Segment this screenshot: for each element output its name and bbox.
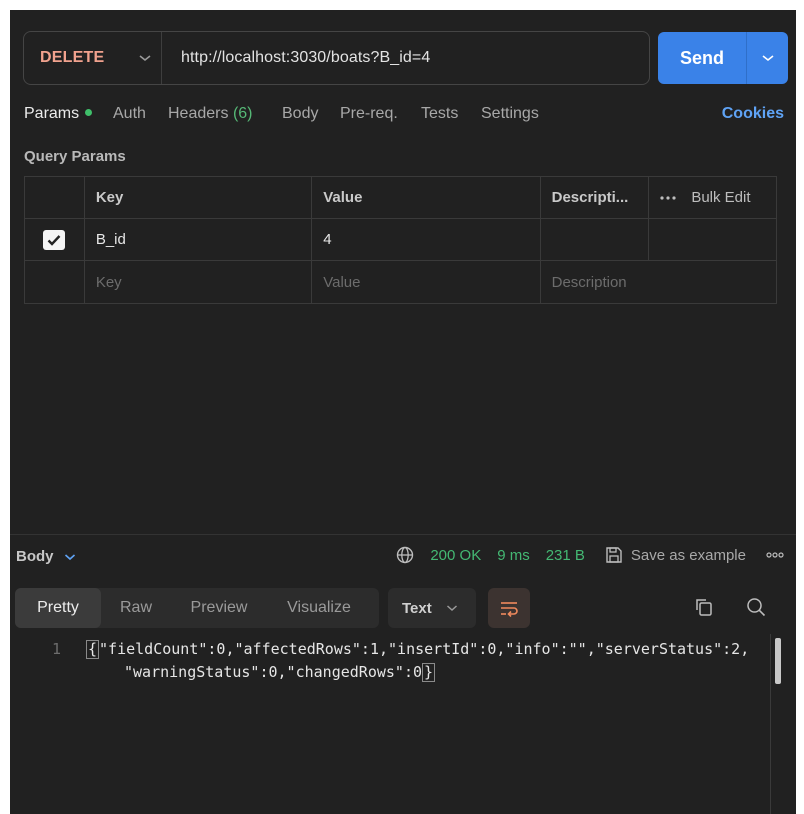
response-body-label: Body [16,548,54,565]
more-options-icon[interactable] [766,552,784,558]
save-as-example-button[interactable]: Save as example [631,547,746,564]
postman-window: DELETE http://localhost:3030/boats?B_id=… [10,10,796,814]
code-line-1-text: "fieldCount":0,"affectedRows":1,"insertI… [99,640,750,658]
params-active-dot [85,109,93,117]
tab-params[interactable]: Params [24,105,93,123]
param-value-cell[interactable]: 4 [312,219,541,260]
table-row: B_id 4 [25,219,776,261]
tab-preview[interactable]: Preview [171,588,267,628]
tab-tests[interactable]: Tests [421,105,458,123]
send-button[interactable]: Send [658,48,746,69]
copy-icon[interactable] [694,597,714,617]
query-params-title: Query Params [24,148,126,165]
tab-auth[interactable]: Auth [113,105,146,123]
row-check-cell [25,219,85,260]
response-view-tabs: Pretty Raw Preview Visualize [15,588,379,628]
chevron-down-icon [139,55,151,62]
brace-close: } [422,663,436,682]
tab-settings[interactable]: Settings [481,105,539,123]
globe-icon[interactable] [396,546,414,564]
params-table: Key Value Descripti... Bulk Edit B_id 4 … [24,176,777,304]
scrollbar-track [770,634,771,814]
header-check-cell [25,177,85,218]
chevron-down-icon [64,553,75,560]
response-meta: 200 OK 9 ms 231 B Save as example [396,546,784,564]
column-header-key: Key [85,177,313,218]
column-header-description: Descripti... [541,177,650,218]
code-line-2-text: "warningStatus":0,"changedRows":0 [124,663,423,681]
new-value-input[interactable]: Value [312,261,541,303]
brace-open: { [86,640,100,659]
tab-visualize[interactable]: Visualize [267,588,371,628]
column-header-value: Value [312,177,541,218]
scrollbar-thumb[interactable] [775,638,781,684]
code-line: {"fieldCount":0,"affectedRows":1,"insert… [86,640,749,659]
tab-headers-label: Headers [168,105,229,122]
headers-count: (6) [232,105,253,122]
chevron-down-icon [446,605,457,612]
check-icon [48,234,61,246]
bulk-edit-button[interactable]: Bulk Edit [649,177,776,218]
method-label: DELETE [40,49,105,66]
table-row: Key Value Description [25,261,776,303]
tab-pretty[interactable]: Pretty [15,588,101,628]
more-icon [660,195,676,200]
tab-raw[interactable]: Raw [101,588,171,628]
tab-body[interactable]: Body [282,105,318,123]
row-extra-cell [649,219,776,260]
bulk-edit-label: Bulk Edit [691,189,751,206]
code-line: "warningStatus":0,"changedRows":0} [124,663,436,682]
new-description-input[interactable]: Description [541,261,776,303]
response-size[interactable]: 231 B [546,547,585,564]
response-time[interactable]: 9 ms [497,547,530,564]
chevron-down-icon [762,55,773,62]
param-description-cell[interactable] [541,219,650,260]
tab-prereq[interactable]: Pre-req. [340,105,398,123]
format-label: Text [402,599,432,617]
save-icon [606,547,622,563]
search-icon[interactable] [746,597,766,617]
param-key-cell[interactable]: B_id [85,219,313,260]
send-button-group: Send [658,32,788,84]
line-number: 1 [52,640,62,658]
request-tabs: Params Auth Headers (6) Body Pre-req. Te… [24,105,784,129]
new-key-input[interactable]: Key [85,261,313,303]
response-code-view[interactable]: 1 {"fieldCount":0,"affectedRows":1,"inse… [10,634,796,814]
send-options-button[interactable] [747,32,788,84]
row-check-cell [25,261,85,303]
tab-headers[interactable]: Headers (6) [168,105,253,123]
url-input[interactable]: http://localhost:3030/boats?B_id=4 [162,49,430,67]
response-body-dropdown[interactable]: Body [16,548,76,565]
method-dropdown[interactable]: DELETE [24,32,162,84]
section-divider [10,534,796,535]
tab-params-label: Params [24,105,80,122]
table-header-row: Key Value Descripti... Bulk Edit [25,177,776,219]
param-checkbox[interactable] [43,229,66,250]
url-bar: DELETE http://localhost:3030/boats?B_id=… [23,31,650,85]
cookies-link[interactable]: Cookies [722,105,784,123]
wrap-lines-icon [501,602,518,617]
wrap-lines-button[interactable] [488,588,530,628]
status-code[interactable]: 200 OK [430,547,481,564]
format-dropdown[interactable]: Text [388,588,476,628]
